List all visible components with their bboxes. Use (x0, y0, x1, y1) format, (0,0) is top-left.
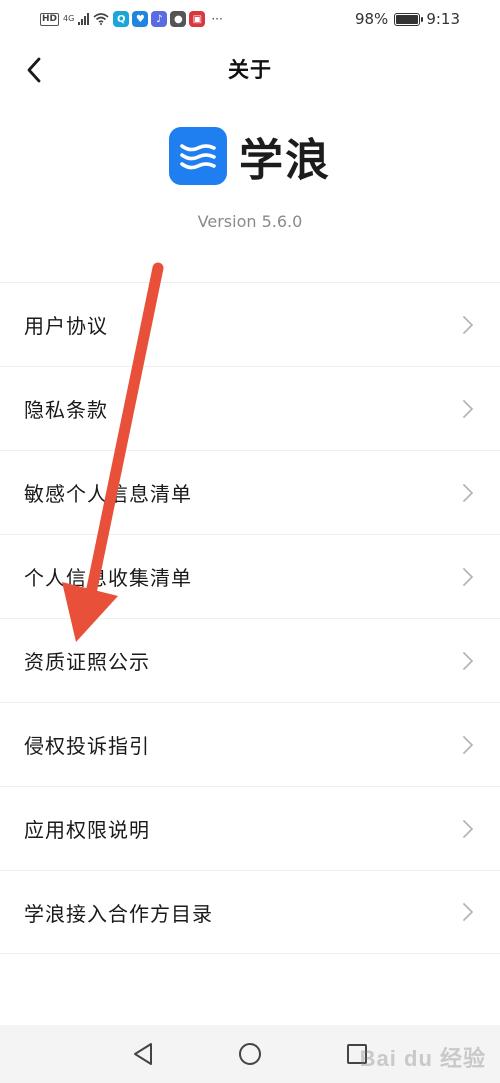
chevron-right-icon (463, 567, 473, 586)
chevron-right-icon (463, 651, 473, 670)
battery-icon (394, 12, 424, 26)
notification-app-icons: Q ♥ ♪ ● ▣ (113, 11, 206, 27)
more-notifications-icon: ··· (211, 12, 223, 26)
status-bar: HD 4G Q ♥ ♪ ● ▣ ··· 98% 9:13 (0, 0, 500, 38)
menu-item-label: 个人信息收集清单 (24, 566, 192, 590)
menu-item[interactable]: 学浪接入合作方目录 (0, 870, 500, 954)
clock: 9:13 (426, 10, 460, 28)
bulb-app-icon: ♥ (132, 11, 149, 27)
chevron-right-icon (463, 483, 473, 502)
chevron-right-icon (463, 315, 473, 334)
menu-item[interactable]: 用户协议 (0, 282, 500, 366)
chevron-right-icon (463, 819, 473, 838)
chevron-right-icon (463, 735, 473, 754)
menu-item[interactable]: 应用权限说明 (0, 786, 500, 870)
chevron-left-icon (27, 57, 41, 83)
battery-fill (396, 14, 418, 24)
app-name: 学浪 (239, 135, 331, 186)
menu-item[interactable]: 侵权投诉指引 (0, 702, 500, 786)
system-back-button[interactable] (128, 1039, 158, 1069)
book-app-icon: ▣ (189, 11, 206, 27)
wifi-icon (93, 13, 109, 25)
battery-percent: 98% (354, 10, 389, 28)
menu-item-label: 应用权限说明 (24, 818, 150, 842)
xuelang-logo-icon (169, 127, 227, 185)
menu-item[interactable]: 敏感个人信息清单 (0, 450, 500, 534)
menu-item-label: 用户协议 (24, 314, 108, 338)
menu-item-label: 侵权投诉指引 (24, 734, 150, 758)
about-page: HD 4G Q ♥ ♪ ● ▣ ··· 98% 9:13 关于 学浪 Versi… (0, 0, 500, 1083)
signal-icon (78, 13, 90, 25)
app-version: Version 5.6.0 (197, 212, 303, 231)
menu-item[interactable]: 个人信息收集清单 (0, 534, 500, 618)
system-home-button[interactable] (235, 1039, 265, 1069)
menu-item-label: 学浪接入合作方目录 (24, 901, 213, 926)
music-app-icon: ♪ (151, 11, 168, 27)
back-button[interactable] (16, 52, 52, 88)
about-menu-list: 用户协议隐私条款敏感个人信息清单 个人信息收集清单 资质证照公示 侵权投诉指引 应用权限… (0, 282, 500, 954)
chat-app-icon: ● (170, 11, 187, 27)
app-logo: 学浪 (0, 124, 500, 188)
chevron-right-icon (463, 399, 473, 418)
network-type: 4G (63, 14, 75, 23)
status-left: HD 4G Q ♥ ♪ ● ▣ ··· (40, 11, 223, 27)
hd-badge: HD (40, 12, 60, 26)
nav-header: 关于 (0, 44, 500, 94)
menu-item[interactable]: 资质证照公示 (0, 618, 500, 702)
search-app-icon: Q (113, 11, 130, 27)
triangle-back-icon (134, 1043, 153, 1065)
page-title: 关于 (228, 58, 272, 82)
menu-item-label: 隐私条款 (24, 398, 108, 422)
menu-item-label: 资质证照公示 (24, 650, 150, 674)
menu-item-label: 敏感个人信息清单 (24, 482, 192, 506)
menu-item[interactable]: 隐私条款 (0, 366, 500, 450)
chevron-right-icon (463, 903, 473, 921)
baidu-watermark: Bai du 经验 (359, 1046, 486, 1071)
status-right: 98% 9:13 (355, 10, 460, 28)
circle-home-icon (238, 1043, 261, 1065)
